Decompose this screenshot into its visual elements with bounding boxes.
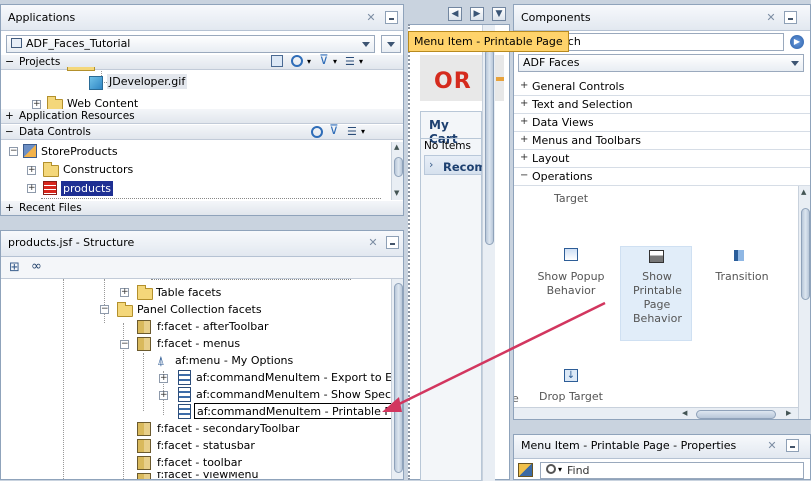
annotation-arrow-head (382, 397, 402, 412)
annotation-arrow (382, 301, 606, 412)
annotation-arrow-line (394, 301, 606, 408)
